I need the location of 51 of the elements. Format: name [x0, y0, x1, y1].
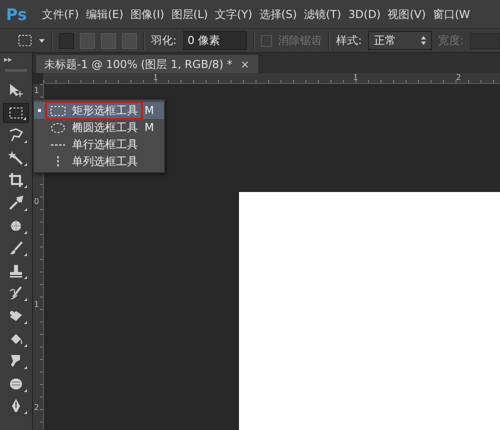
- marquee-tool-icon[interactable]: [18, 34, 33, 48]
- marquee-icon: [8, 104, 24, 121]
- spinner-arrows-icon: [421, 36, 426, 45]
- stamp-icon: [8, 262, 24, 279]
- lasso-icon: [8, 127, 24, 144]
- history-brush-icon: [8, 285, 24, 302]
- brush-icon: [8, 240, 24, 256]
- feather-label: 羽化:: [150, 33, 177, 48]
- menu-item[interactable]: 文字(Y): [214, 6, 252, 22]
- move-icon: [8, 82, 24, 98]
- menu-item[interactable]: 文件(F): [42, 6, 79, 22]
- ruler-number: 1: [34, 301, 40, 309]
- tool-name: 单列选框工具: [72, 154, 138, 169]
- app-logo[interactable]: Ps: [6, 4, 27, 24]
- ruler-number: 1: [34, 87, 40, 95]
- tool-button[interactable]: [3, 102, 29, 123]
- ruler-number: 2: [34, 404, 40, 412]
- menu-item[interactable]: 滤镜(T): [304, 6, 342, 22]
- tool-name: 单行选框工具: [72, 137, 138, 152]
- wand-icon: [8, 150, 24, 166]
- style-dropdown[interactable]: 正常: [368, 31, 432, 50]
- feather-field[interactable]: 0 像素: [182, 31, 247, 50]
- flyout-item[interactable]: 矩形选框工具 M: [34, 102, 164, 119]
- ruler-number: 2: [456, 74, 462, 82]
- menu-item[interactable]: 图像(I): [130, 6, 164, 22]
- antialias-label: 消除锯齿: [278, 33, 322, 48]
- collapse-toggle[interactable]: ▸▸: [0, 55, 12, 64]
- rectangle-marquee-icon: [50, 104, 66, 116]
- document-tab[interactable]: 未标题-1 @ 100% (图层 1, RGB/8) * ×: [36, 55, 258, 73]
- close-tab-button[interactable]: ×: [240, 58, 250, 70]
- dropdown-caret-icon[interactable]: [38, 38, 45, 42]
- flyout-item[interactable]: 单行选框工具: [34, 136, 164, 153]
- tool-name: 矩形选框工具: [72, 103, 138, 118]
- menu-item[interactable]: 3D(D): [348, 8, 381, 20]
- menu-item[interactable]: 选择(S): [259, 6, 297, 22]
- width-label: 宽度:: [438, 33, 464, 48]
- ruler-number: 0: [34, 198, 40, 206]
- ellipse-marquee-icon: [50, 122, 66, 134]
- shortcut-key: M: [144, 121, 154, 134]
- flyout-item[interactable]: 单列选框工具: [34, 153, 164, 170]
- menu-item[interactable]: 窗口(W: [432, 6, 470, 22]
- tool-name: 椭圆选框工具: [72, 120, 138, 135]
- shortcut-key: M: [144, 104, 154, 117]
- ruler-number: 1: [353, 74, 358, 82]
- crop-icon: [8, 172, 24, 188]
- flyout-item[interactable]: 椭圆选框工具 M: [34, 119, 164, 136]
- menu-item[interactable]: 视图(V): [388, 6, 426, 22]
- ruler-number: 1: [153, 74, 158, 82]
- menu-item[interactable]: 图层(L): [171, 6, 208, 22]
- menu-item[interactable]: 编辑(E): [86, 6, 124, 22]
- style-label: 样式:: [336, 33, 362, 48]
